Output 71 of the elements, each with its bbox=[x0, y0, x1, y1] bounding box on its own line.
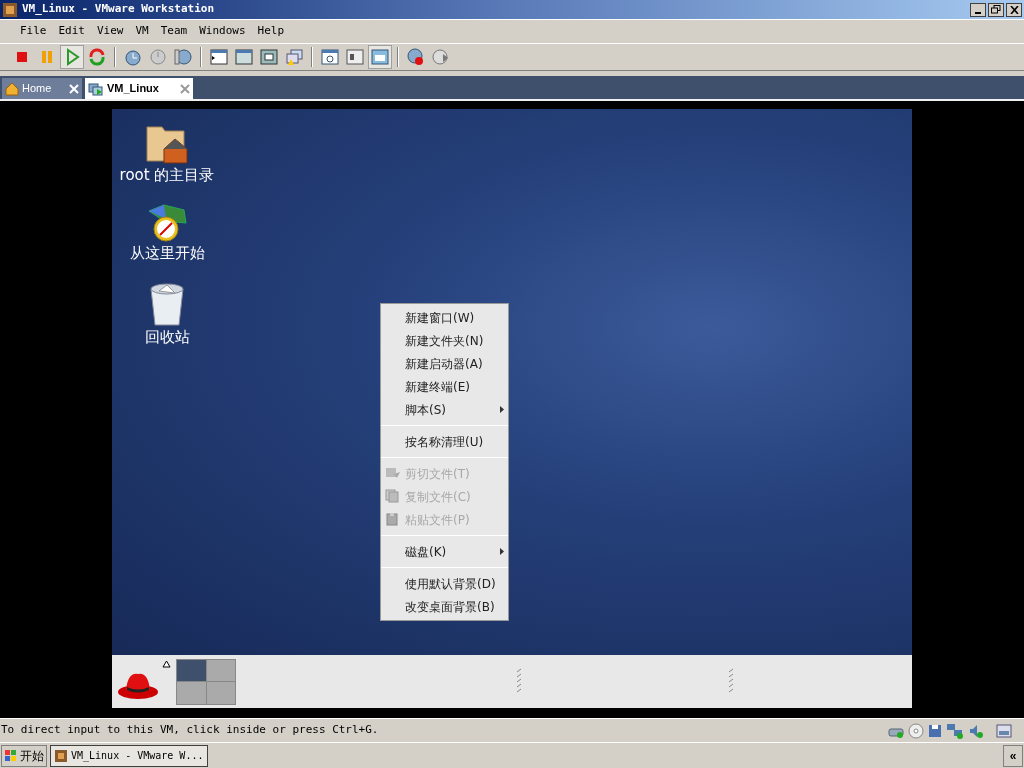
taskbar-button[interactable]: VM_Linux - VMware W... bbox=[50, 744, 208, 767]
app-icon bbox=[54, 748, 68, 763]
tab[interactable]: VM_Linux bbox=[85, 78, 193, 99]
play-button[interactable] bbox=[60, 45, 84, 69]
copy-icon bbox=[385, 489, 399, 503]
manager-icon bbox=[173, 47, 193, 67]
menu-item[interactable]: VM bbox=[129, 23, 155, 40]
menu-item[interactable]: 新建启动器(A) bbox=[381, 352, 508, 375]
floppy-icon[interactable] bbox=[928, 723, 942, 738]
panel-handle bbox=[728, 668, 734, 694]
close-icon[interactable] bbox=[180, 83, 190, 94]
start-button[interactable]: 开始 bbox=[1, 744, 47, 767]
network-icon[interactable] bbox=[946, 722, 964, 739]
menu-item[interactable]: 按名称清理(U) bbox=[381, 430, 508, 453]
settings-icon bbox=[320, 47, 340, 67]
restore-button[interactable] bbox=[988, 2, 1004, 17]
cd-icon[interactable] bbox=[908, 722, 924, 739]
icon-label[interactable]: 回收站 bbox=[144, 327, 190, 347]
record-icon bbox=[406, 47, 426, 67]
workspace-cell[interactable] bbox=[206, 682, 235, 704]
menu-item[interactable]: 使用默认背景(D) bbox=[381, 572, 508, 595]
scissors-icon bbox=[385, 466, 401, 480]
workspace-switcher[interactable] bbox=[176, 658, 236, 705]
icon-label[interactable]: 从这里开始 bbox=[129, 243, 205, 263]
triangle-icon bbox=[162, 660, 171, 668]
menu-item[interactable]: 磁盘(K) bbox=[381, 540, 508, 563]
menu-item[interactable]: File bbox=[14, 23, 53, 40]
view-button[interactable] bbox=[368, 45, 392, 69]
view-icon bbox=[370, 47, 390, 67]
house-icon bbox=[5, 81, 19, 96]
close-button[interactable] bbox=[1006, 2, 1022, 17]
sidebar-icon bbox=[209, 47, 229, 67]
tab[interactable]: Home bbox=[2, 78, 82, 99]
workspace-cell[interactable] bbox=[177, 659, 206, 681]
menu-item[interactable]: Windows bbox=[193, 23, 252, 40]
menu-item[interactable]: 新建终端(E) bbox=[381, 375, 508, 398]
menu-item[interactable]: 改变桌面背景(B) bbox=[381, 595, 508, 618]
reset-icon bbox=[87, 47, 107, 67]
menu-item[interactable]: Edit bbox=[52, 23, 91, 40]
console-icon bbox=[345, 47, 365, 67]
tab-label: VM_Linux bbox=[107, 81, 160, 97]
unity-icon bbox=[284, 47, 304, 67]
tab-label: Home bbox=[22, 81, 53, 97]
replay-icon bbox=[431, 47, 451, 67]
workspace-cell[interactable] bbox=[177, 682, 206, 704]
minimize-icon bbox=[975, 11, 981, 14]
close-icon bbox=[1009, 5, 1019, 14]
restore-icon bbox=[991, 5, 1001, 14]
snapshot-icon bbox=[123, 47, 143, 67]
panel-handle bbox=[516, 668, 522, 694]
message-icon[interactable] bbox=[996, 723, 1012, 738]
menu-item[interactable]: 新建窗口(W) bbox=[381, 306, 508, 329]
clipboard-icon bbox=[385, 512, 399, 526]
minimize-button[interactable] bbox=[970, 2, 986, 17]
menu-item[interactable]: Team bbox=[154, 23, 194, 40]
menu-item[interactable]: View bbox=[91, 23, 130, 40]
menu-item[interactable]: Help bbox=[251, 23, 291, 40]
icon-label[interactable]: root 的主目录 bbox=[119, 165, 215, 185]
status-text: To direct input to this VM, click inside or press Ctrl+G. bbox=[0, 722, 379, 739]
revert-icon bbox=[148, 47, 168, 67]
vm-icon bbox=[88, 80, 104, 97]
menu-item[interactable]: 新建文件夹(N) bbox=[381, 329, 508, 352]
show-tray-button[interactable]: « bbox=[1003, 744, 1023, 767]
quickswitch-icon bbox=[234, 47, 254, 67]
app-icon bbox=[2, 1, 18, 18]
windows-logo-icon bbox=[4, 748, 18, 763]
trash-icon bbox=[147, 281, 187, 327]
workspace-cell[interactable] bbox=[206, 659, 235, 681]
fullscreen-icon bbox=[259, 47, 279, 67]
window-title: VM_Linux - VMware Workstation bbox=[22, 1, 215, 18]
menu-item[interactable]: 脚本(S) bbox=[381, 398, 508, 421]
